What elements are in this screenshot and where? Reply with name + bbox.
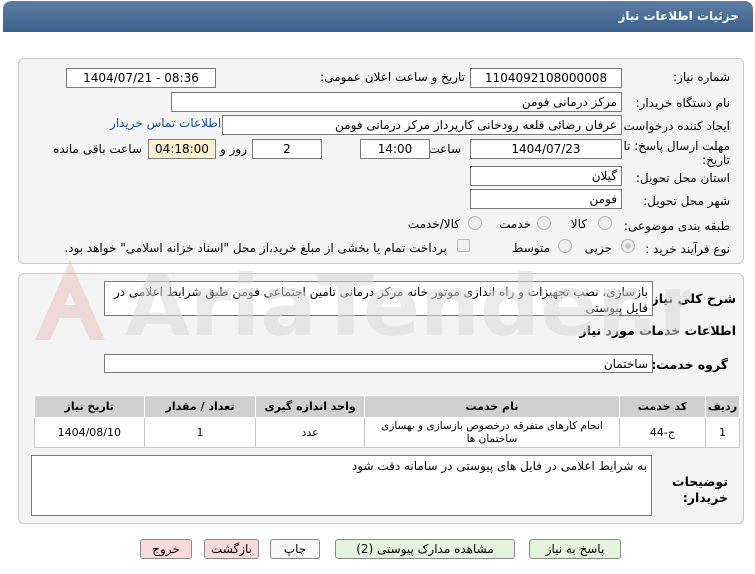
province-field[interactable]: گیلان bbox=[470, 166, 622, 186]
category-option-service: خدمت bbox=[499, 217, 531, 231]
reply-button[interactable]: پاسخ به نیاز bbox=[529, 539, 621, 559]
table-header-row: ردیف کد خدمت نام خدمت واحد اندازه گیری ت… bbox=[34, 395, 741, 418]
remaining-time-label: ساعت باقی مانده bbox=[52, 142, 142, 156]
need-number-field[interactable]: 1104092108000008 bbox=[470, 68, 622, 88]
deadline-date-field[interactable]: 1404/07/23 bbox=[470, 139, 622, 159]
process-type-label: نوع فرآیند خرید : bbox=[645, 242, 730, 256]
remaining-time-field[interactable]: 04:18:00 bbox=[148, 139, 216, 159]
back-button[interactable]: بازگشت bbox=[204, 539, 259, 559]
cell-row-number: 1 bbox=[704, 417, 741, 448]
need-summary-label: شرح کلی نیاز: bbox=[646, 291, 736, 306]
buyer-org-field[interactable]: مرکز درمانی فومن bbox=[171, 92, 622, 112]
col-header-unit: واحد اندازه گیری bbox=[255, 395, 365, 418]
category-label: طبقه بندی موضوعی: bbox=[623, 219, 730, 233]
print-button[interactable]: چاپ bbox=[270, 539, 320, 559]
category-radio-service[interactable] bbox=[537, 216, 551, 230]
window-titlebar: جزئیات اطلاعات نیاز bbox=[3, 1, 753, 32]
category-option-goods-service: کالا/خدمت bbox=[407, 217, 460, 231]
col-header-need-date: تاریخ نیاز bbox=[34, 395, 145, 418]
cell-service-name: انجام کارهای متفرقه درخصوص بازسازی و بهس… bbox=[363, 417, 621, 448]
announce-datetime-label: تاریخ و ساعت اعلان عمومی: bbox=[320, 70, 465, 84]
creator-label: ایجاد کننده درخواست: bbox=[619, 119, 730, 133]
buyer-org-label: نام دستگاه خریدار: bbox=[635, 96, 731, 110]
details-panel bbox=[18, 58, 744, 264]
need-number-label: شماره نیاز: bbox=[673, 70, 730, 84]
buyer-contact-link[interactable]: اطلاعات تماس خریدار bbox=[110, 116, 221, 130]
services-section-title: اطلاعات خدمات مورد نیاز bbox=[579, 323, 737, 338]
deadline-label: مهلت ارسال پاسخ: تا bbox=[623, 139, 730, 153]
page-title: جزئیات اطلاعات نیاز bbox=[618, 9, 739, 23]
need-summary-field[interactable]: بازسازی، نصب تجهیزات و راه اندازی موتور … bbox=[104, 281, 653, 316]
table-row[interactable]: 1 ج-44 انجام کارهای متفرقه درخصوص بازساز… bbox=[34, 417, 741, 448]
col-header-service-code: کد خدمت bbox=[619, 395, 706, 418]
cell-unit: عدد bbox=[255, 417, 365, 448]
cell-service-code: ج-44 bbox=[619, 417, 706, 448]
category-radio-goods-service[interactable] bbox=[468, 216, 482, 230]
view-attachments-button[interactable]: مشاهده مدارک پیوستی (2) bbox=[335, 539, 515, 559]
treasury-payment-note: پرداخت تمام یا بخشی از مبلغ خرید،از محل … bbox=[64, 241, 447, 255]
category-radio-goods[interactable] bbox=[598, 216, 612, 230]
treasury-payment-checkbox[interactable] bbox=[457, 239, 470, 252]
buyer-notes-label: توضیحات bbox=[672, 474, 728, 489]
buyer-notes-label-2: خریدار: bbox=[682, 490, 728, 505]
service-group-label: گروه خدمت: bbox=[651, 357, 728, 372]
province-label: استان محل تحویل: bbox=[635, 171, 730, 185]
deadline-date-label: تاریخ: bbox=[702, 153, 730, 167]
col-header-row-number: ردیف bbox=[704, 395, 741, 418]
process-radio-minor[interactable] bbox=[621, 239, 635, 253]
days-label: روز و bbox=[220, 142, 247, 156]
cell-need-date: 1404/08/10 bbox=[34, 417, 145, 448]
process-option-medium: متوسط bbox=[512, 241, 550, 255]
process-option-minor: جزیی bbox=[584, 241, 612, 255]
deadline-time-field[interactable]: 14:00 bbox=[360, 139, 430, 159]
announce-datetime-field[interactable]: 1404/07/21 - 08:36 bbox=[66, 68, 216, 88]
services-table: ردیف کد خدمت نام خدمت واحد اندازه گیری ت… bbox=[34, 395, 741, 448]
category-option-goods: کالا bbox=[570, 217, 587, 231]
col-header-quantity: تعداد / مقدار bbox=[143, 395, 257, 418]
process-radio-medium[interactable] bbox=[558, 239, 572, 253]
col-header-service-name: نام خدمت bbox=[363, 395, 621, 418]
service-group-field[interactable]: ساختمان bbox=[104, 354, 653, 373]
creator-field[interactable]: عرفان رضائی قلعه رودخانی کارپرداز مرکز د… bbox=[222, 115, 622, 135]
city-label: شهر محل تحویل: bbox=[643, 194, 730, 208]
exit-button[interactable]: خروج bbox=[140, 539, 192, 559]
cell-quantity: 1 bbox=[143, 417, 257, 448]
city-field[interactable]: فومن bbox=[470, 189, 622, 209]
days-remaining-field[interactable]: 2 bbox=[252, 139, 322, 159]
buyer-notes-field[interactable]: به شرایط اعلامی در فایل های پیوستی در سا… bbox=[31, 455, 652, 516]
deadline-time-label: ساعت bbox=[428, 142, 461, 156]
